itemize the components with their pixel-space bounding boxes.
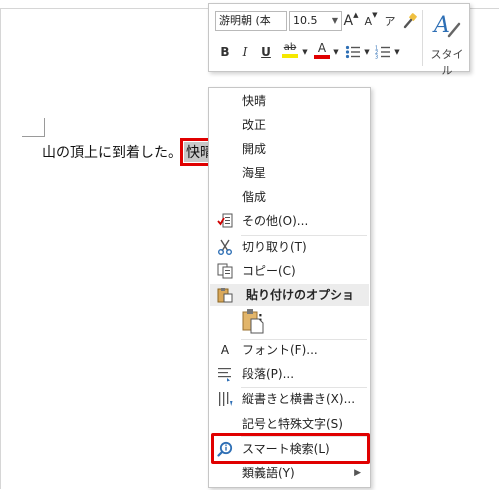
scissors-icon [218,239,232,255]
numbering-button[interactable]: 1 2 3 [374,42,392,62]
margin-corner-mark [22,118,45,137]
numbering-icon: 1 2 3 [375,46,390,60]
spelling-check-icon [217,213,233,228]
toolbar-divider [422,10,423,66]
menu-item-font[interactable]: A フォント(F)... [210,339,369,361]
context-menu: 快晴 改正 開成 海星 偕成 その他(O)... 切り取り(T) コピー(C) [208,87,371,488]
chevron-down-icon[interactable]: ▼ [332,42,340,62]
document-text-line[interactable]: 山の頂上に到着した。 快晴 [42,138,220,166]
styles-icon: A [432,13,461,38]
chevron-right-icon: ▶ [354,468,361,478]
font-icon: A [220,343,230,357]
clipboard-icon [217,288,233,303]
suggestion-item[interactable]: 開成 [210,138,369,160]
bold-button[interactable]: B [217,42,233,62]
phonetic-guide-icon: ア [384,15,396,28]
format-painter-button[interactable] [401,11,419,31]
highlight-button[interactable]: ab [279,40,301,60]
shrink-font-icon: A [364,14,373,28]
font-color-icon: A [317,40,327,55]
phonetic-guide-button[interactable]: ア [382,11,398,31]
menu-item-copy[interactable]: コピー(C) [210,260,369,282]
font-color-button[interactable]: A [313,40,331,60]
suggestion-item[interactable]: 偕成 [210,186,369,208]
svg-text:3: 3 [375,55,378,60]
styles-label[interactable]: スタイル [427,46,467,78]
font-color-bar [314,54,330,59]
highlight-icon: ab [283,42,297,53]
suggestion-item[interactable]: 快晴 [210,90,369,112]
menu-item-cut[interactable]: 切り取り(T) [210,236,369,258]
smart-lookup-highlight [211,433,370,464]
chevron-down-icon: ▼ [331,16,338,25]
chevron-down-icon[interactable]: ▼ [393,42,401,62]
italic-button[interactable]: I [237,42,253,62]
font-name-box[interactable]: 游明朝 (本 [215,11,287,31]
paste-options-header: 貼り付けのオプション: [210,284,369,324]
bullets-icon [345,45,360,59]
menu-item-paragraph[interactable]: 段落(P)... [210,363,369,385]
styles-button[interactable]: A [431,9,463,41]
bullets-button[interactable] [344,42,362,62]
format-painter-icon [403,13,417,29]
suggestion-item[interactable]: 海星 [210,162,369,184]
font-size-value: 10.5 [293,14,318,27]
suggestion-item[interactable]: 改正 [210,114,369,136]
menu-item-synonyms[interactable]: 類義語(Y) ▶ [210,462,369,484]
font-size-box[interactable]: 10.5 ▼ [289,11,342,31]
grow-font-icon: A [343,13,354,29]
menu-item-text-direction[interactable]: 縦書きと横書き(X)... [210,388,369,410]
paste-keep-source-icon[interactable] [242,308,264,334]
menu-item-other[interactable]: その他(O)... [210,210,369,232]
underline-button[interactable]: U [258,42,274,62]
shrink-font-button[interactable]: A ▼ [363,11,379,31]
text-direction-icon [219,392,233,406]
mini-toolbar: 游明朝 (本 10.5 ▼ A▲ A▼ ア B I U ab ▼ A ▼ ▼ [208,3,470,77]
paragraph-icon [218,368,231,382]
chevron-down-icon[interactable]: ▼ [363,42,371,62]
document-text[interactable]: 山の頂上に到着した。 [42,142,182,162]
svg-text:A: A [432,13,450,38]
copy-icon [217,263,233,279]
menu-item-symbols[interactable]: 記号と特殊文字(S) [210,413,369,435]
grow-font-button[interactable]: A ▲ [343,11,359,31]
chevron-down-icon[interactable]: ▼ [301,42,309,62]
highlight-color-bar [282,54,298,58]
